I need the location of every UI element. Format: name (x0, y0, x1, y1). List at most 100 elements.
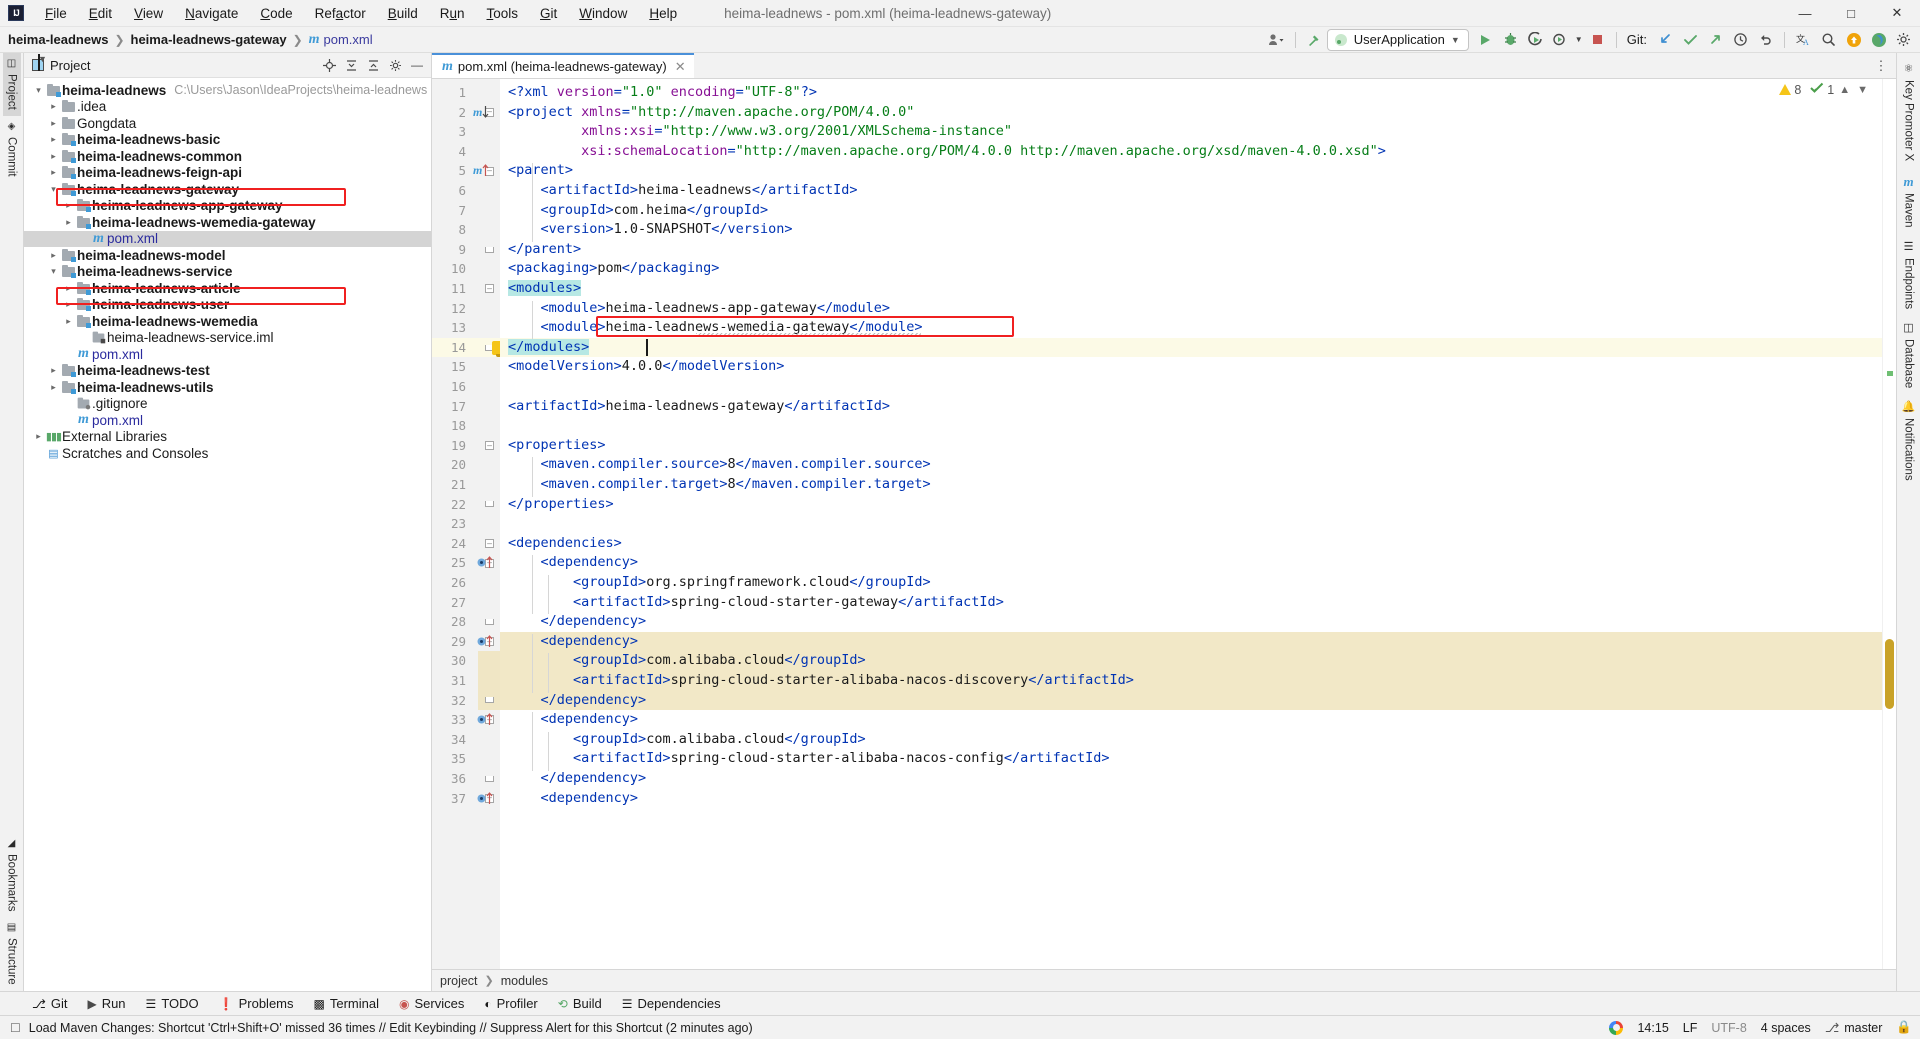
menu-tools[interactable]: Tools (476, 2, 530, 25)
code-line[interactable]: <maven.compiler.target>8</maven.compiler… (500, 475, 1896, 495)
tree-node-heima-leadnews-app-gateway[interactable]: ▸heima-leadnews-app-gateway (24, 198, 431, 215)
code-line[interactable]: <groupId>com.alibaba.cloud</groupId> (500, 730, 1896, 750)
status-indent[interactable]: 4 spaces (1761, 1021, 1811, 1035)
code-line[interactable]: <groupId>com.heima</groupId> (500, 201, 1896, 221)
hammer-build-icon[interactable] (1302, 28, 1327, 52)
prev-problem-icon[interactable]: ▲ (1837, 84, 1852, 96)
collapse-all-icon[interactable] (363, 55, 383, 75)
menu-git[interactable]: Git (529, 2, 568, 25)
history-icon[interactable] (1728, 28, 1753, 52)
status-encoding[interactable]: UTF-8 (1711, 1021, 1746, 1035)
scrollbar-thumb[interactable] (1885, 639, 1894, 709)
code-line[interactable]: </dependency> (500, 769, 1896, 789)
tree-node-pom-xml[interactable]: mpom.xml (24, 346, 431, 363)
fold-marker[interactable] (484, 240, 495, 260)
tree-node-heima-leadnews-article[interactable]: ▸heima-leadnews-article (24, 280, 431, 297)
settings-gear-icon[interactable] (385, 55, 405, 75)
tool-button-git[interactable]: ⎇ Git (22, 994, 77, 1013)
run-icon[interactable] (1473, 28, 1498, 52)
code-line[interactable]: </dependency> (500, 612, 1896, 632)
tree-twisty[interactable]: ▸ (47, 118, 60, 129)
person-dropdown-icon[interactable] (1264, 28, 1289, 52)
tree-node-pom-xml[interactable]: mpom.xml (24, 412, 431, 429)
tree-twisty[interactable]: ▸ (62, 283, 75, 294)
code-line[interactable]: </modules> (500, 338, 1896, 358)
tree-node-external-libraries[interactable]: ▸▮▮▮External Libraries (24, 429, 431, 446)
menu-run[interactable]: Run (429, 2, 476, 25)
marker-scrollbar[interactable] (1882, 79, 1896, 969)
expand-all-icon[interactable] (341, 55, 361, 75)
idea-feature-icon[interactable] (1866, 28, 1891, 52)
locate-icon[interactable] (319, 55, 339, 75)
tree-twisty[interactable]: ▸ (47, 101, 60, 112)
code-line[interactable]: <artifactId>heima-leadnews</artifactId> (500, 181, 1896, 201)
menu-edit[interactable]: Edit (78, 2, 123, 25)
gutter-marker[interactable]: m (473, 161, 489, 181)
tree-node-heima-leadnews-common[interactable]: ▸heima-leadnews-common (24, 148, 431, 165)
editor-viewport[interactable]: 1234567891011121314151617181920212223242… (432, 79, 1896, 969)
menu-code[interactable]: Code (249, 2, 303, 25)
tool-button-build[interactable]: ⟲ Build (548, 994, 612, 1013)
rail-item-maven[interactable]: m Maven (1900, 168, 1918, 235)
push-icon[interactable] (1703, 28, 1728, 52)
code-content[interactable]: <?xml version="1.0" encoding="UTF-8"?><p… (500, 79, 1896, 969)
project-tree[interactable]: ▾heima-leadnewsC:\Users\Jason\IdeaProjec… (24, 78, 431, 462)
tool-button-services[interactable]: ◉ Services (389, 994, 474, 1013)
fold-marker[interactable]: – (484, 436, 495, 456)
tool-button-todo[interactable]: ☰ TODO (136, 994, 209, 1013)
tree-twisty[interactable]: ▸ (47, 382, 60, 393)
fold-marker[interactable]: – (484, 279, 495, 299)
translate-icon[interactable]: 文A (1791, 28, 1816, 52)
code-line[interactable]: <properties> (500, 436, 1896, 456)
code-line[interactable]: <dependency> (500, 789, 1896, 809)
inspection-widget[interactable]: 8 1 ▲ ▼ (1779, 82, 1870, 97)
code-line[interactable]: <modelVersion>4.0.0</modelVersion> (500, 357, 1896, 377)
menu-file[interactable]: File (34, 2, 78, 25)
code-line[interactable]: <dependencies> (500, 534, 1896, 554)
rail-item-project[interactable]: ◫ Project (3, 53, 21, 116)
rail-item-notifications[interactable]: 🔔 Notifications (1899, 395, 1919, 488)
code-line[interactable]: <maven.compiler.source>8</maven.compiler… (500, 455, 1896, 475)
run-with-coverage-icon[interactable] (1523, 28, 1548, 52)
tree-twisty[interactable]: ▸ (47, 134, 60, 145)
fold-marker[interactable] (484, 495, 495, 515)
update-project-icon[interactable] (1653, 28, 1678, 52)
tree-twisty[interactable]: ▸ (47, 151, 60, 162)
minimize-button[interactable]: — (1782, 0, 1828, 27)
hide-panel-icon[interactable]: — (407, 55, 427, 75)
code-line[interactable]: <dependency> (500, 632, 1896, 652)
code-line[interactable]: <artifactId>heima-leadnews-gateway</arti… (500, 397, 1896, 417)
code-line[interactable]: <project xmlns="http://maven.apache.org/… (500, 103, 1896, 123)
debug-icon[interactable] (1498, 28, 1523, 52)
tree-node-heima-leadnews-gateway[interactable]: ▾heima-leadnews-gateway (24, 181, 431, 198)
status-message-area[interactable]: ☐ Load Maven Changes: Shortcut 'Ctrl+Shi… (10, 1021, 753, 1035)
fold-marker[interactable]: – (484, 534, 495, 554)
tree-twisty[interactable]: ▸ (47, 167, 60, 178)
rail-item-commit[interactable]: ◈ Commit (3, 116, 21, 183)
tree-node-heima-leadnews-wemedia-gateway[interactable]: ▸heima-leadnews-wemedia-gateway (24, 214, 431, 231)
tree-node-heima-leadnews-wemedia[interactable]: ▸heima-leadnews-wemedia (24, 313, 431, 330)
tool-button-problems[interactable]: ❗ Problems (209, 994, 304, 1013)
rollback-icon[interactable] (1753, 28, 1778, 52)
gutter-marker[interactable]: m (473, 103, 489, 123)
tree-node--idea[interactable]: ▸.idea (24, 99, 431, 116)
code-line[interactable]: <parent> (500, 161, 1896, 181)
editor-breadcrumb-project[interactable]: project (440, 974, 478, 988)
tree-twisty[interactable]: ▾ (47, 266, 60, 277)
tree-node-heima-leadnews-feign-api[interactable]: ▸heima-leadnews-feign-api (24, 165, 431, 182)
rail-item-key-promoter[interactable]: ⚛ Key Promoter X (1900, 57, 1918, 168)
code-line[interactable]: </parent> (500, 240, 1896, 260)
tree-twisty[interactable]: ▾ (47, 184, 60, 195)
code-line[interactable]: xmlns:xsi="http://www.w3.org/2001/XMLSch… (500, 122, 1896, 142)
tree-node-heima-leadnews-service[interactable]: ▾heima-leadnews-service (24, 264, 431, 281)
rail-item-database[interactable]: ◫ Database (1900, 316, 1918, 395)
tool-button-run[interactable]: ▶ Run (77, 994, 135, 1013)
tree-node--gitignore[interactable]: .gitignore (24, 396, 431, 413)
tree-node-heima-leadnews-user[interactable]: ▸heima-leadnews-user (24, 297, 431, 314)
breadcrumb-item-module[interactable]: heima-leadnews-gateway (131, 32, 287, 47)
editor-gutter[interactable]: 1234567891011121314151617181920212223242… (432, 79, 500, 969)
code-line[interactable]: <groupId>com.alibaba.cloud</groupId> (500, 651, 1896, 671)
code-line[interactable]: <module>heima-leadnews-app-gateway</modu… (500, 299, 1896, 319)
tree-node-heima-leadnews[interactable]: ▾heima-leadnewsC:\Users\Jason\IdeaProjec… (24, 82, 431, 99)
fold-marker[interactable] (484, 769, 495, 789)
